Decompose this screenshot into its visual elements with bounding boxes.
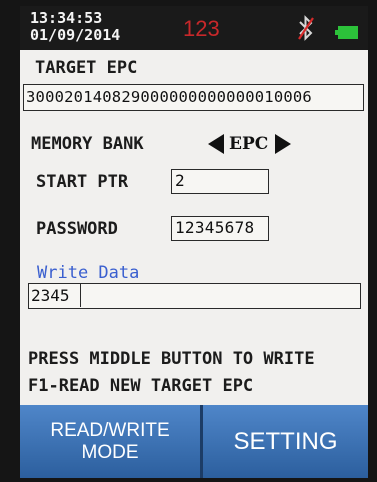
mode-button-line1: READ/WRITE — [50, 419, 170, 441]
read-write-mode-button[interactable]: READ/WRITE MODE — [20, 405, 200, 478]
memory-bank-label: MEMORY BANK — [31, 134, 144, 154]
instruction-read: F1-READ NEW TARGET EPC — [28, 376, 254, 396]
clock-time: 13:34:53 — [30, 9, 103, 27]
setting-button[interactable]: SETTING — [203, 405, 368, 478]
bluetooth-icon — [298, 15, 314, 41]
start-ptr-field[interactable]: 2 — [171, 169, 269, 194]
clock-date: 01/09/2014 — [30, 26, 121, 44]
button-bar: READ/WRITE MODE SETTING — [20, 405, 368, 478]
instruction-write: PRESS MIDDLE BUTTON TO WRITE — [28, 349, 315, 369]
memory-bank-next-arrow-icon[interactable] — [275, 134, 291, 154]
write-data-value: 2345 — [29, 284, 81, 307]
status-bar: 13:34:53 01/09/2014 123 — [20, 6, 368, 50]
write-data-label: Write Data — [37, 263, 140, 283]
device-frame: 13:34:53 01/09/2014 123 TARGET EPC 30002… — [0, 0, 377, 482]
screen: 13:34:53 01/09/2014 123 TARGET EPC 30002… — [20, 6, 368, 478]
button-divider — [200, 405, 203, 478]
memory-bank-prev-arrow-icon[interactable] — [208, 134, 224, 154]
target-epc-field[interactable]: 300020140829000000000000010006 — [23, 84, 364, 111]
password-label: PASSWORD — [36, 219, 118, 239]
battery-icon — [335, 26, 358, 39]
target-epc-label: TARGET EPC — [35, 58, 138, 78]
password-field[interactable]: 12345678 — [171, 216, 269, 241]
memory-bank-value: EPC — [229, 134, 269, 154]
write-data-field[interactable]: 2345 — [28, 283, 361, 309]
tag-count: 123 — [183, 16, 220, 41]
start-ptr-label: START PTR — [36, 172, 129, 192]
mode-button-line2: MODE — [81, 441, 139, 463]
